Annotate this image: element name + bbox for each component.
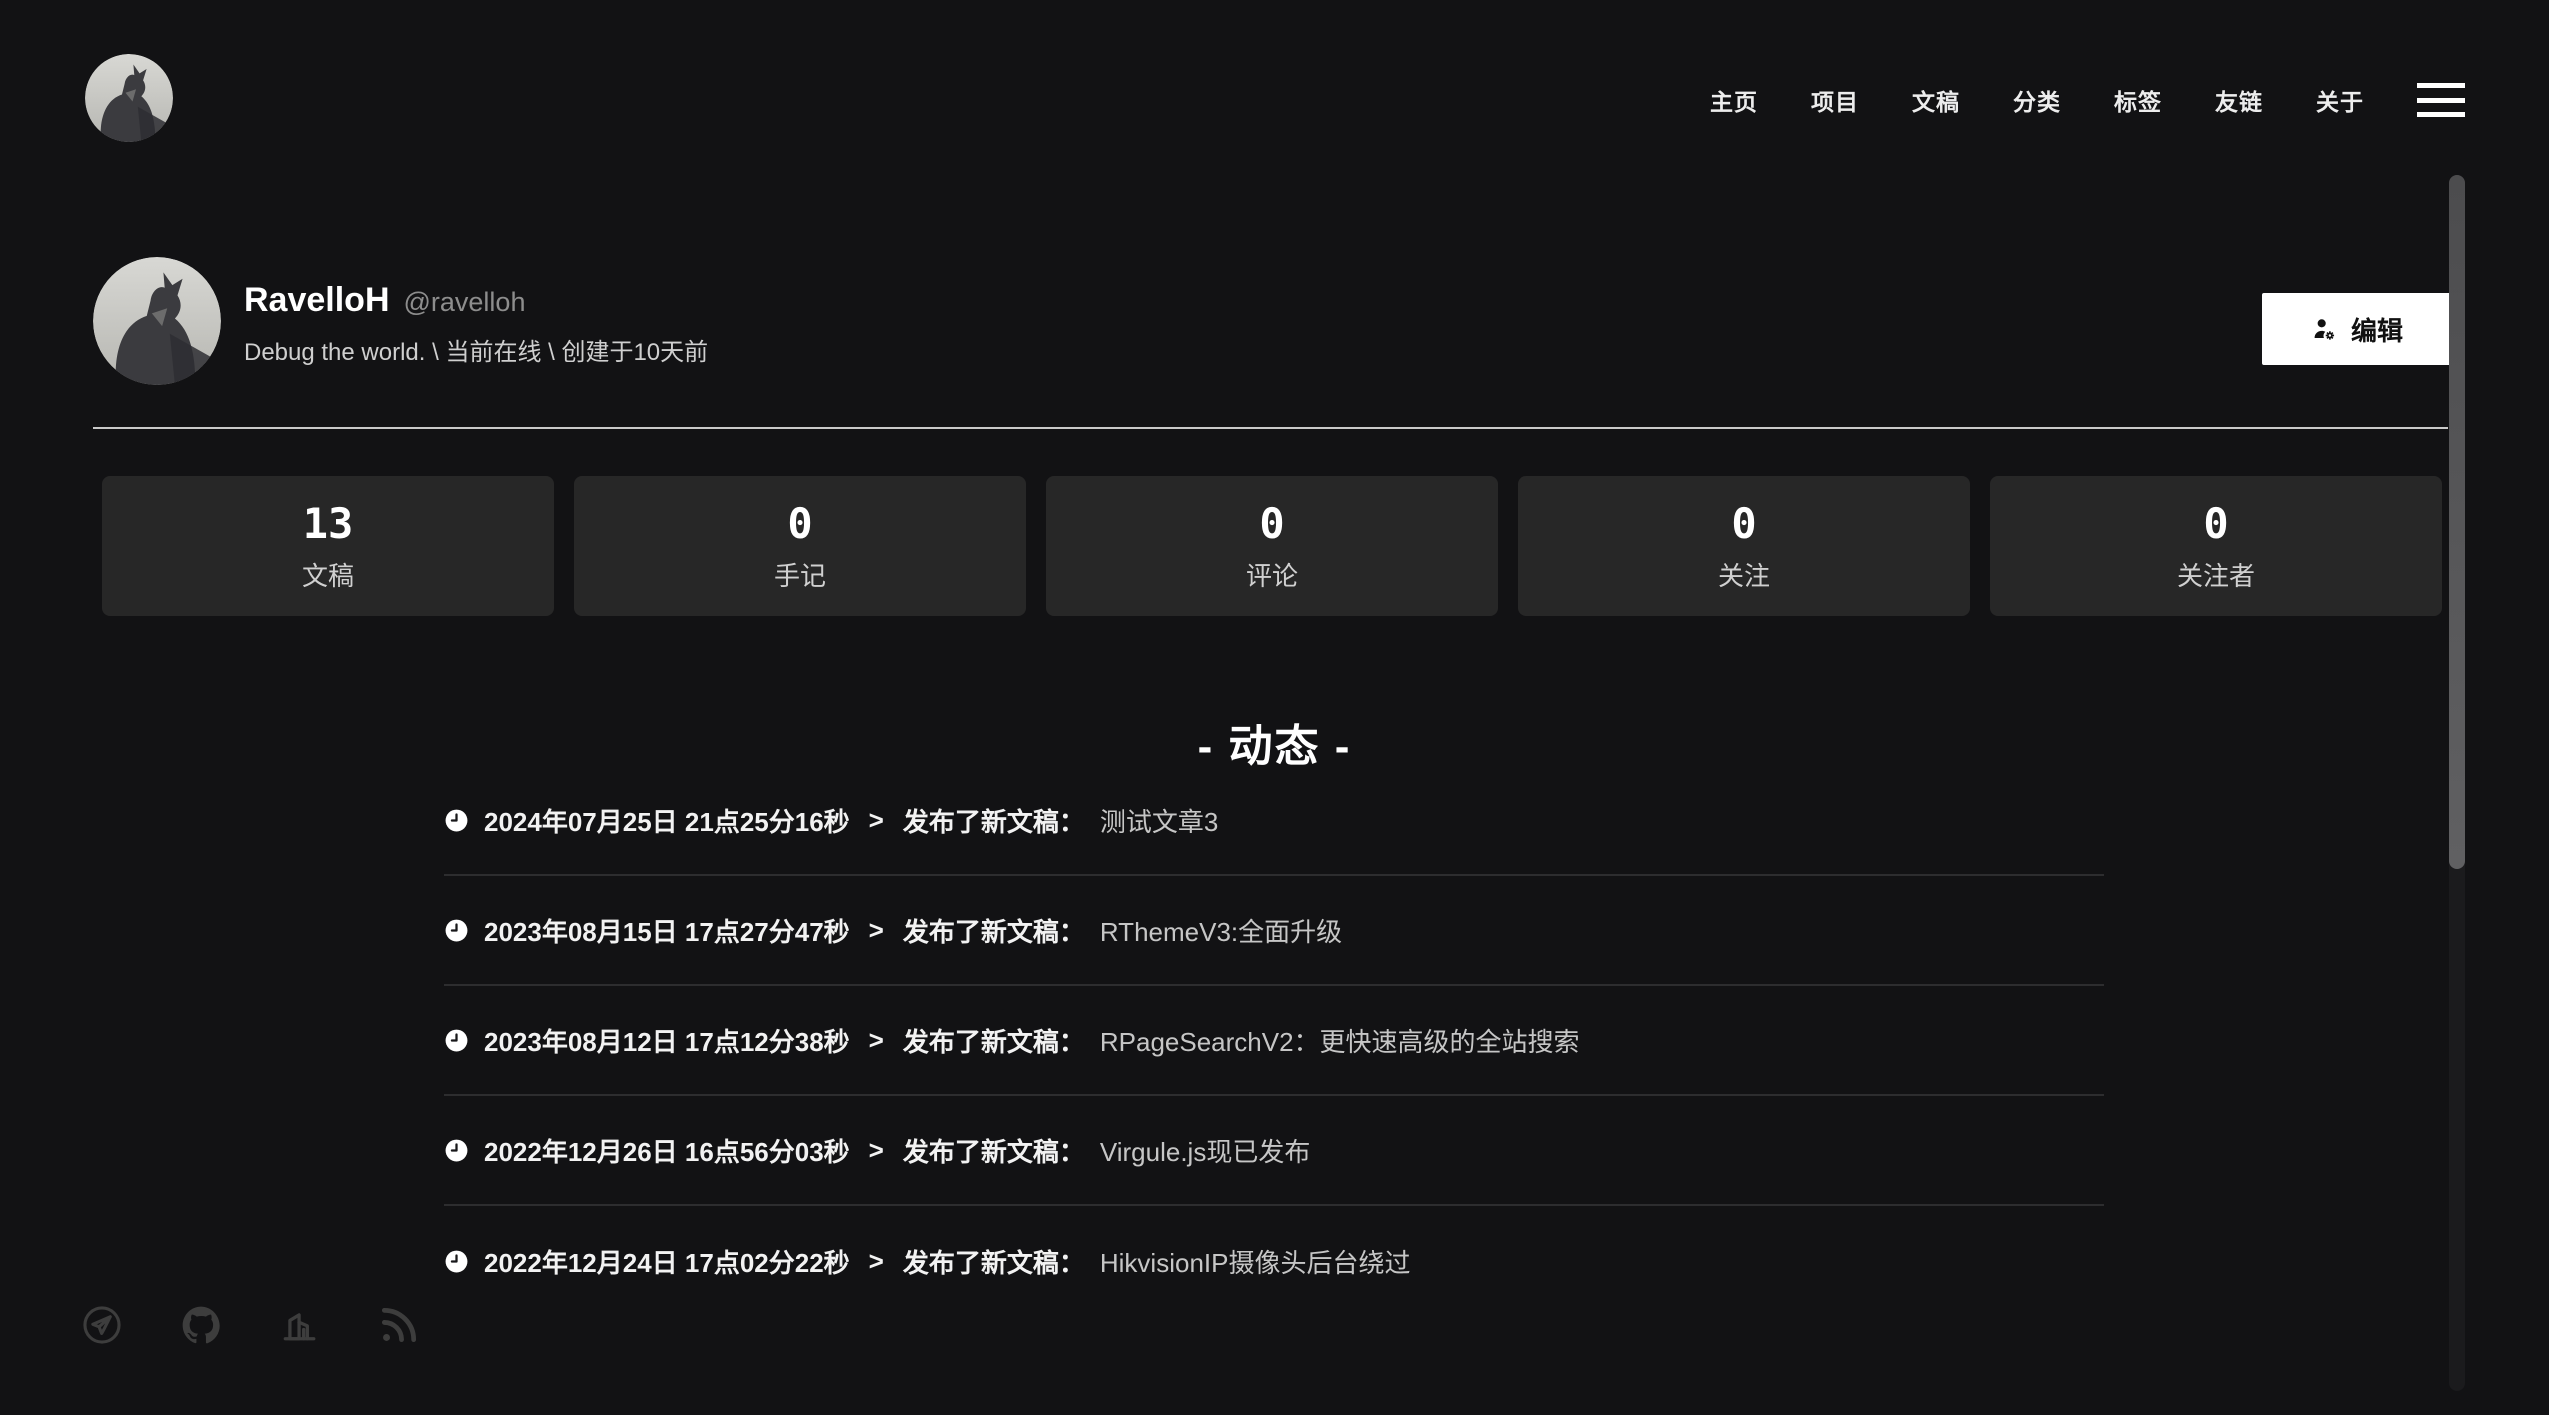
activity-feed: 2024年07月25日 21点25分16秒 > 发布了新文稿： 测试文章3 20…	[444, 766, 2104, 1316]
stat-label: 关注	[1718, 563, 1770, 589]
hamburger-menu-icon	[2417, 83, 2465, 88]
stat-value: 0	[1731, 503, 1756, 545]
feed-separator: >	[869, 1246, 884, 1277]
feed-separator: >	[869, 1025, 884, 1056]
feed-article-link[interactable]: Virgule.js现已发布	[1100, 1132, 1310, 1169]
clock-icon	[444, 1249, 469, 1274]
nav-item-home[interactable]: 主页	[1710, 83, 1758, 117]
profile-info: RavelloH @ravelloh Debug the world. \ 当前…	[244, 281, 708, 367]
stat-value: 0	[2203, 503, 2228, 545]
feed-action: 发布了新文稿：	[903, 1132, 1085, 1169]
nav-item-tags[interactable]: 标签	[2114, 83, 2162, 117]
stat-value: 0	[787, 503, 812, 545]
rss-icon[interactable]	[377, 1303, 421, 1347]
social-links	[80, 1303, 421, 1347]
feed-article-link[interactable]: RThemeV3:全面升级	[1100, 912, 1342, 949]
feed-timestamp: 2024年07月25日 21点25分16秒	[484, 802, 850, 839]
stat-label: 关注者	[2177, 563, 2255, 589]
avatar-image	[93, 257, 221, 385]
feed-row: 2022年12月26日 16点56分03秒 > 发布了新文稿： Virgule.…	[444, 1096, 2104, 1206]
clock-icon	[444, 1138, 469, 1163]
feed-row: 2022年12月24日 17点02分22秒 > 发布了新文稿： Hikvisio…	[444, 1206, 2104, 1316]
feed-article-link[interactable]: HikvisionIP摄像头后台绕过	[1100, 1243, 1411, 1280]
scrollbar-thumb[interactable]	[2449, 175, 2465, 869]
avatar-image	[85, 54, 173, 142]
feed-timestamp: 2022年12月26日 16点56分03秒	[484, 1132, 850, 1169]
hamburger-menu-icon	[2417, 112, 2465, 117]
stats-row: 13 文稿 0 手记 0 评论 0 关注 0 关注者	[102, 476, 2442, 616]
nav-item-posts[interactable]: 文稿	[1912, 83, 1960, 117]
stat-label: 文稿	[302, 563, 354, 589]
stat-card-following[interactable]: 0 关注	[1518, 476, 1970, 616]
stat-label: 手记	[774, 563, 826, 589]
site-logo-avatar[interactable]	[85, 54, 173, 142]
nav-item-friends[interactable]: 友链	[2215, 83, 2263, 117]
stat-card-notes[interactable]: 0 手记	[574, 476, 1026, 616]
profile-divider	[93, 427, 2448, 429]
feed-separator: >	[869, 1135, 884, 1166]
profile-handle: @ravelloh	[404, 287, 526, 318]
scrollbar-track[interactable]	[2449, 175, 2465, 1391]
nav-item-about[interactable]: 关于	[2316, 83, 2364, 117]
profile-avatar	[93, 257, 221, 385]
feed-title: - 动态 -	[0, 710, 2549, 774]
stat-card-posts[interactable]: 13 文稿	[102, 476, 554, 616]
feed-action: 发布了新文稿：	[903, 802, 1085, 839]
profile-name: RavelloH	[244, 281, 390, 320]
github-icon[interactable]	[179, 1303, 223, 1347]
stat-label: 评论	[1246, 563, 1298, 589]
feed-action: 发布了新文稿：	[903, 1243, 1085, 1280]
nav-item-categories[interactable]: 分类	[2013, 83, 2061, 117]
feed-row: 2023年08月12日 17点12分38秒 > 发布了新文稿： RPageSea…	[444, 986, 2104, 1096]
feed-action: 发布了新文稿：	[903, 912, 1085, 949]
clock-icon	[444, 1028, 469, 1053]
stat-card-comments[interactable]: 0 评论	[1046, 476, 1498, 616]
feed-article-link[interactable]: 测试文章3	[1100, 802, 1218, 839]
edit-button-label: 编辑	[2351, 311, 2403, 348]
clock-icon	[444, 808, 469, 833]
hamburger-menu-button[interactable]	[2417, 83, 2465, 117]
feed-row: 2023年08月15日 17点27分47秒 > 发布了新文稿： RThemeV3…	[444, 876, 2104, 986]
nav-menu: 主页 项目 文稿 分类 标签 友链 关于	[1710, 76, 2465, 124]
hamburger-menu-icon	[2417, 98, 2465, 103]
feed-action: 发布了新文稿：	[903, 1022, 1085, 1059]
feed-timestamp: 2022年12月24日 17点02分22秒	[484, 1243, 850, 1280]
stat-card-followers[interactable]: 0 关注者	[1990, 476, 2442, 616]
telegram-icon[interactable]	[80, 1303, 124, 1347]
edit-profile-button[interactable]: 编辑	[2262, 293, 2452, 365]
feed-row: 2024年07月25日 21点25分16秒 > 发布了新文稿： 测试文章3	[444, 766, 2104, 876]
stat-value: 13	[303, 503, 354, 545]
feed-separator: >	[869, 805, 884, 836]
nav-item-projects[interactable]: 项目	[1811, 83, 1859, 117]
building-icon[interactable]	[278, 1303, 322, 1347]
feed-article-link[interactable]: RPageSearchV2：更快速高级的全站搜索	[1100, 1022, 1580, 1059]
feed-timestamp: 2023年08月15日 17点27分47秒	[484, 912, 850, 949]
user-edit-icon	[2311, 316, 2338, 343]
profile-bio: Debug the world. \ 当前在线 \ 创建于10天前	[244, 332, 708, 367]
clock-icon	[444, 918, 469, 943]
feed-separator: >	[869, 915, 884, 946]
feed-timestamp: 2023年08月12日 17点12分38秒	[484, 1022, 850, 1059]
stat-value: 0	[1259, 503, 1284, 545]
